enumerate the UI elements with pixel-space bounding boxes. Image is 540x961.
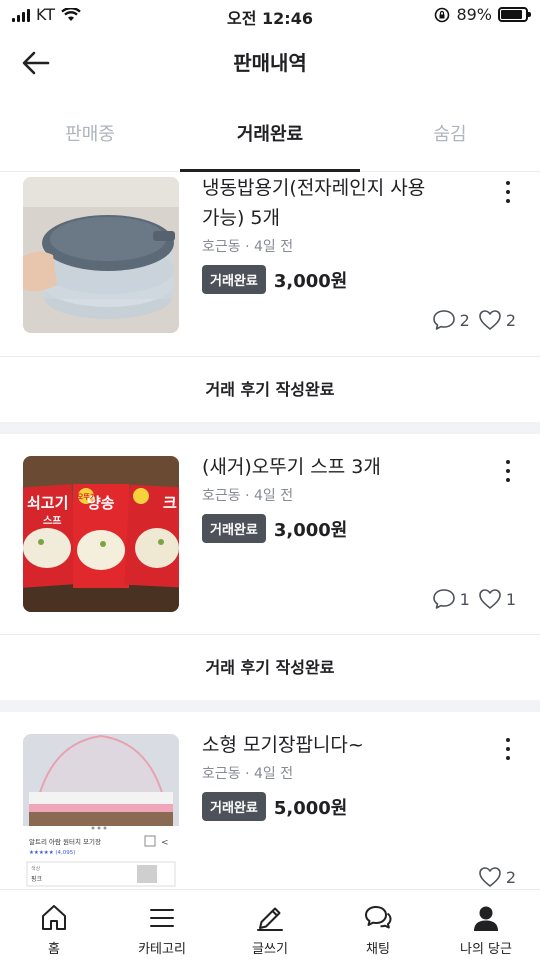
pencil-icon	[257, 907, 283, 931]
soup-label: 쇠고기	[27, 494, 68, 512]
nav-label: 카테고리	[138, 942, 186, 957]
item-price: 5,000원	[273, 797, 348, 819]
nav-write[interactable]: 글쓰기	[216, 890, 324, 961]
status-bar: KT 오전 12:46 89%	[0, 0, 540, 32]
chat-count: 2	[432, 309, 470, 331]
item-title: 냉동밥용기(전자레인지 사용 가능) 5개	[202, 173, 494, 233]
item-counts: 2	[478, 866, 516, 888]
divider	[0, 700, 540, 712]
list-item[interactable]: 냉동밥용기(전자레인지 사용 가능) 5개 호근동 · 4일 전 거래완료 3,…	[0, 173, 540, 356]
item-meta: 호근동 · 4일 전	[202, 239, 294, 255]
chat-count-value: 2	[459, 310, 470, 330]
chat-bubble-icon	[432, 589, 455, 609]
item-counts: 2 2	[432, 309, 516, 331]
item-thumbnail	[23, 177, 179, 333]
net-option-label: 색상	[31, 865, 41, 872]
item-info: (새거)오뚜기 스프 3개 호근동 · 4일 전 거래완료 3,000원	[202, 452, 494, 543]
battery-icon	[498, 7, 531, 22]
item-title-line: 냉동밥용기(전자레인지 사용	[202, 177, 426, 199]
orientation-lock-icon	[435, 7, 450, 22]
tab-bar: 판매중 거래완료 숨김	[0, 104, 540, 172]
user-icon	[474, 906, 498, 931]
soup-label: 스프	[43, 515, 61, 527]
app-header: 판매내역	[0, 32, 540, 94]
item-price: 3,000원	[273, 519, 348, 541]
nav-chat[interactable]: 채팅	[324, 890, 432, 961]
price-row: 거래완료 5,000원	[202, 792, 494, 821]
more-options-icon[interactable]	[498, 179, 518, 205]
nav-label: 채팅	[366, 942, 390, 957]
net-rating-text: ★★★★★ (4,095)	[29, 850, 75, 856]
price-row: 거래완료 3,000원	[202, 514, 494, 543]
soup-package-image: 쇠고기 양송 크 스프 오뚜기	[23, 456, 179, 612]
chat-icon	[365, 906, 392, 929]
status-badge: 거래완료	[202, 514, 266, 543]
like-count: 2	[478, 309, 516, 331]
item-title: 소형 모기장팝니다~	[202, 734, 364, 756]
like-count-value: 2	[505, 867, 516, 887]
chat-count: 1	[432, 588, 470, 610]
item-title: (새거)오뚜기 스프 3개	[202, 456, 381, 478]
item-info: 소형 모기장팝니다~ 호근동 · 4일 전 거래완료 5,000원	[202, 730, 494, 821]
nav-label: 홈	[48, 942, 60, 957]
battery-fill	[501, 10, 523, 19]
heart-icon	[479, 310, 501, 330]
battery-percent: 89%	[456, 5, 492, 24]
price-row: 거래완료 3,000원	[202, 265, 494, 294]
chat-count-value: 1	[459, 589, 470, 609]
more-options-icon[interactable]	[498, 736, 518, 762]
svg-text:<: <	[161, 838, 169, 848]
like-count: 1	[478, 588, 516, 610]
review-done-button[interactable]: 거래 후기 작성완료	[0, 356, 540, 422]
net-product-text: 알트리 아람 원터치 모기장	[29, 837, 101, 846]
like-count: 2	[478, 866, 516, 888]
list-item[interactable]: 쇠고기 양송 크 스프 오뚜기 (새거)오뚜기 스프 3개 호근동 · 4일 전…	[0, 434, 540, 634]
status-badge: 거래완료	[202, 792, 266, 821]
divider	[0, 422, 540, 434]
item-counts: 1 1	[432, 588, 516, 610]
item-thumbnail: 쇠고기 양송 크 스프 오뚜기	[23, 456, 179, 612]
item-thumbnail: 알트리 아람 원터치 모기장 ★★★★★ (4,095) < 색상 핑크	[23, 734, 179, 889]
item-info: 냉동밥용기(전자레인지 사용 가능) 5개 호근동 · 4일 전 거래완료 3,…	[202, 173, 494, 294]
page-title: 판매내역	[233, 51, 307, 75]
item-meta: 호근동 · 4일 전	[202, 766, 294, 782]
nav-label: 나의 당근	[460, 942, 512, 957]
like-count-value: 1	[505, 589, 516, 609]
brand-logo: 오뚜기	[77, 492, 96, 501]
tab-completed[interactable]: 거래완료	[180, 104, 360, 172]
tab-hidden[interactable]: 숨김	[360, 104, 540, 171]
item-price: 3,000원	[273, 270, 348, 292]
food-container-image	[23, 177, 179, 333]
home-icon	[42, 905, 66, 930]
chat-bubble-icon	[432, 310, 455, 330]
item-title-line: 가능) 5개	[202, 207, 280, 229]
sales-list: 냉동밥용기(전자레인지 사용 가능) 5개 호근동 · 4일 전 거래완료 3,…	[0, 173, 540, 889]
nav-home[interactable]: 홈	[0, 890, 108, 961]
like-count-value: 2	[505, 310, 516, 330]
item-meta: 호근동 · 4일 전	[202, 488, 294, 504]
nav-label: 글쓰기	[252, 942, 288, 957]
more-options-icon[interactable]	[498, 458, 518, 484]
soup-label: 크	[163, 494, 177, 512]
nav-my-profile[interactable]: 나의 당근	[432, 890, 540, 961]
tab-selling[interactable]: 판매중	[0, 104, 180, 171]
mosquito-net-image: 알트리 아람 원터치 모기장 ★★★★★ (4,095) < 색상 핑크	[23, 734, 179, 889]
bottom-nav: 홈 카테고리 글쓰기 채팅 나의 당근	[0, 889, 540, 961]
status-badge: 거래완료	[202, 265, 266, 294]
nav-category[interactable]: 카테고리	[108, 890, 216, 961]
status-right: 89%	[434, 5, 531, 24]
menu-icon	[150, 909, 174, 927]
heart-icon	[479, 867, 501, 887]
heart-icon	[479, 589, 501, 609]
list-item[interactable]: 알트리 아람 원터치 모기장 ★★★★★ (4,095) < 색상 핑크 소형 …	[0, 712, 540, 889]
review-done-button[interactable]: 거래 후기 작성완료	[0, 634, 540, 700]
net-option-value: 핑크	[31, 875, 43, 883]
